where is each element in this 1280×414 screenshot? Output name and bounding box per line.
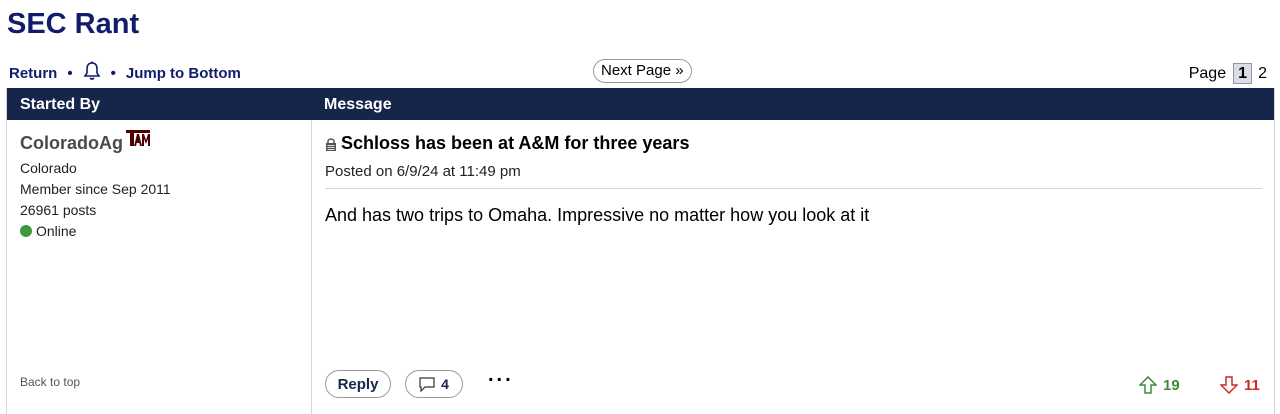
author-panel: ColoradoAg Colorado Member since Sep 201… — [7, 120, 312, 414]
replies-count-button[interactable]: 4 — [405, 370, 463, 398]
bell-icon[interactable] — [83, 61, 101, 81]
pagination: Page 1 2 — [1189, 63, 1267, 84]
header-started-by: Started By — [20, 96, 101, 113]
downvote-button[interactable]: 11 — [1220, 376, 1260, 394]
upvote-button[interactable]: 19 — [1139, 376, 1180, 394]
reply-count: 4 — [441, 376, 449, 392]
thread-table: Started By Message ColoradoAg Colorado M… — [6, 88, 1275, 414]
author-post-count: 26961 posts — [20, 202, 97, 218]
message-panel: Schloss has been at A&M for three years … — [312, 120, 1274, 414]
downvote-count: 11 — [1244, 376, 1260, 394]
comment-icon — [419, 376, 435, 392]
back-to-top-link[interactable]: Back to top — [20, 375, 80, 389]
nav-separator: • — [110, 64, 116, 82]
arrow-down-icon — [1220, 376, 1238, 394]
more-options-button[interactable]: ... — [488, 364, 514, 387]
header-message: Message — [324, 96, 392, 113]
reply-button[interactable]: Reply — [325, 370, 391, 398]
post-body: And has two trips to Omaha. Impressive n… — [325, 205, 870, 225]
nav-separator: • — [67, 64, 73, 82]
lock-icon — [326, 137, 336, 151]
team-logo-icon — [125, 128, 151, 148]
author-status: Online — [20, 223, 76, 239]
post-title: Schloss has been at A&M for three years — [325, 133, 689, 154]
author-username[interactable]: ColoradoAg — [20, 133, 123, 154]
current-page: 1 — [1233, 63, 1253, 84]
page-link[interactable]: 2 — [1258, 65, 1267, 83]
table-header: Started By Message — [7, 88, 1274, 120]
thread-nav: Return • • Jump to Bottom — [9, 61, 241, 83]
return-link[interactable]: Return — [9, 65, 57, 82]
arrow-up-icon — [1139, 376, 1157, 394]
page-label: Page — [1188, 64, 1227, 82]
online-status-icon — [20, 225, 32, 237]
author-location: Colorado — [20, 160, 77, 176]
upvote-count: 19 — [1163, 376, 1180, 394]
author-member-since: Member since Sep 2011 — [20, 181, 171, 197]
jump-to-bottom-link[interactable]: Jump to Bottom — [126, 65, 241, 82]
post-title-text: Schloss has been at A&M for three years — [341, 133, 690, 153]
post-timestamp: Posted on 6/9/24 at 11:49 pm — [325, 163, 521, 180]
next-page-button[interactable]: Next Page » — [593, 59, 692, 83]
board-title: SEC Rant — [7, 8, 140, 40]
status-label: Online — [36, 223, 77, 239]
divider — [325, 188, 1262, 189]
